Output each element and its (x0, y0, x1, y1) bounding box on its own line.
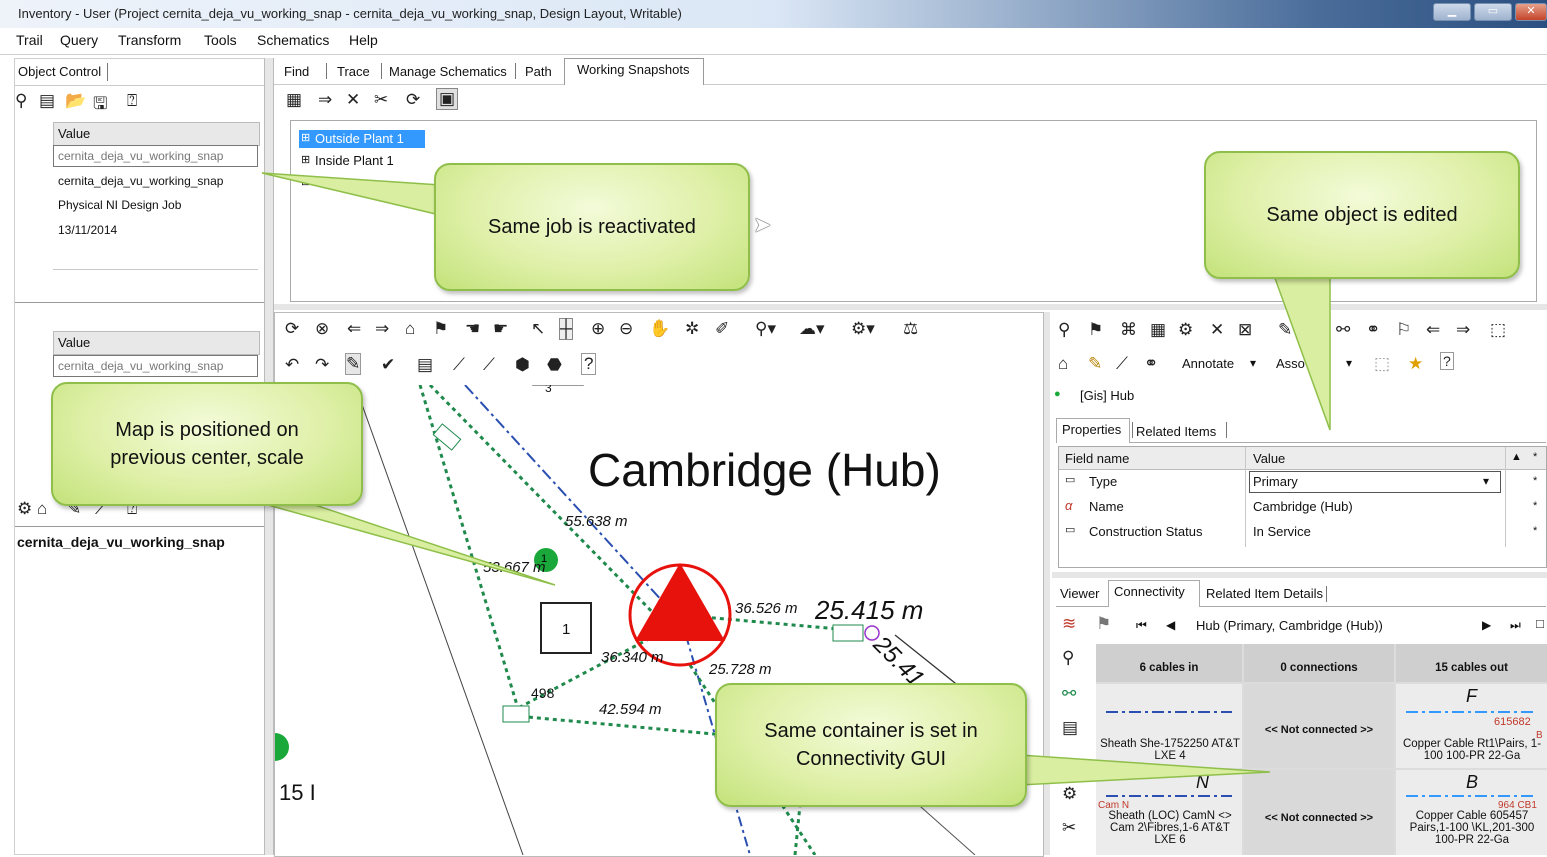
callout-job-reactivated: Same job is reactivated (434, 163, 750, 291)
callout-text: Same container is set in Connectivity GU… (764, 720, 978, 770)
callout-object-edited: Same object is edited (1204, 151, 1520, 279)
callout-text: Same object is edited (1266, 204, 1458, 226)
mouse-cursor-icon: ➤ (753, 212, 772, 237)
callout-map-positioned: Map is positioned on previous center, sc… (51, 382, 363, 506)
callout-text: Same job is reactivated (488, 216, 696, 238)
callout-text: Map is positioned on previous center, sc… (110, 419, 304, 469)
callout-container-set: Same container is set in Connectivity GU… (715, 683, 1027, 807)
